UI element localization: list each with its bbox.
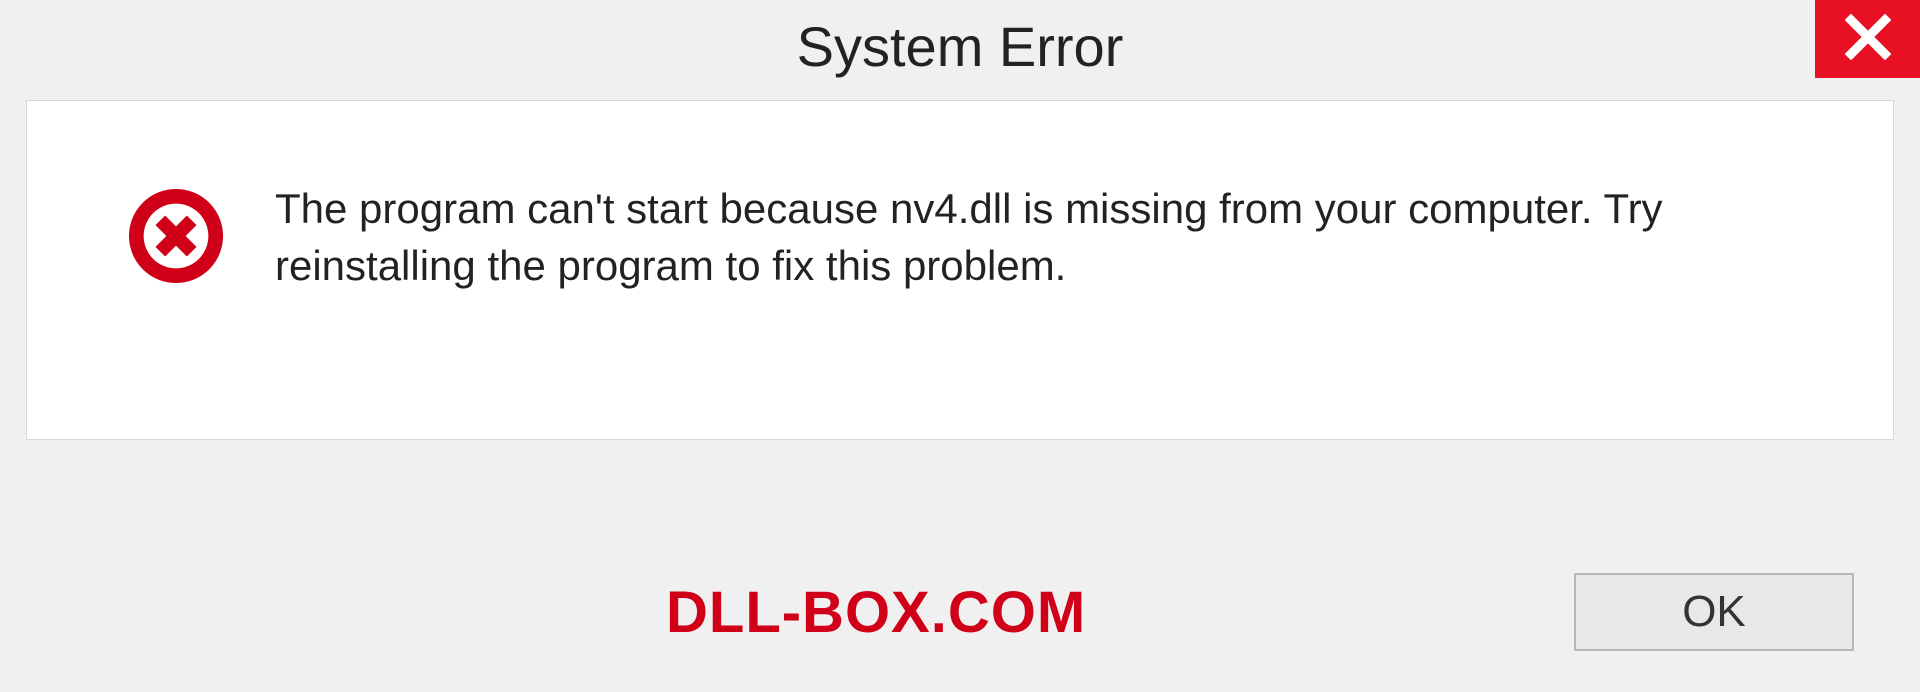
ok-button[interactable]: OK <box>1574 573 1854 651</box>
close-button[interactable] <box>1815 0 1920 78</box>
error-icon <box>127 187 225 285</box>
dialog-footer: DLL-BOX.COM OK <box>26 552 1894 672</box>
ok-button-label: OK <box>1682 587 1746 637</box>
window-title: System Error <box>797 14 1124 79</box>
watermark-text: DLL-BOX.COM <box>666 579 1086 646</box>
close-icon <box>1845 14 1891 65</box>
dialog-content: The program can't start because nv4.dll … <box>26 100 1894 440</box>
error-message: The program can't start because nv4.dll … <box>275 181 1833 294</box>
title-bar: System Error <box>0 0 1920 100</box>
